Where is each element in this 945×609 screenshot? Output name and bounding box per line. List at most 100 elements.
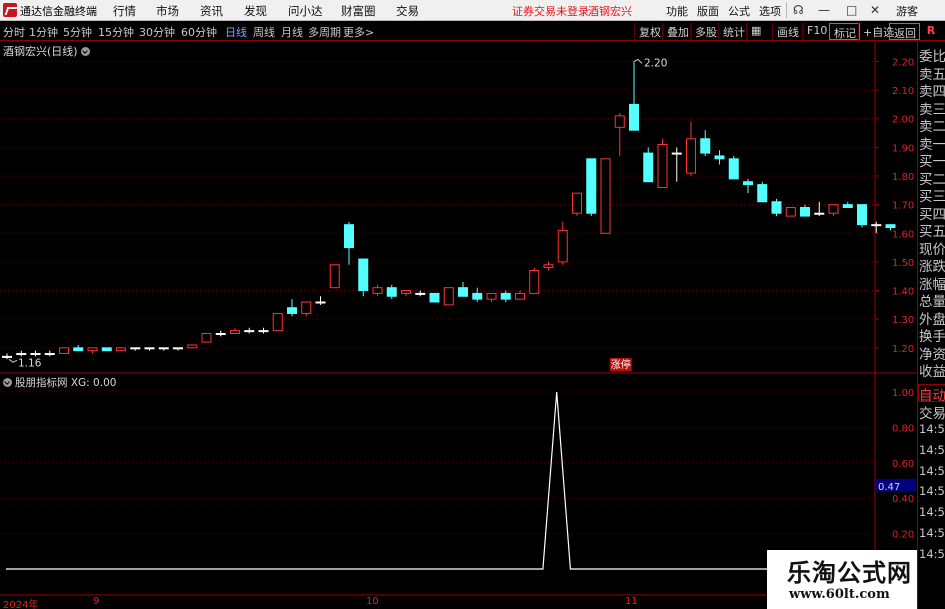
candle[interactable] <box>458 281 468 297</box>
candle[interactable] <box>714 150 725 165</box>
candle[interactable] <box>329 264 340 289</box>
candle[interactable] <box>686 121 696 176</box>
candle[interactable] <box>16 350 27 357</box>
candle[interactable] <box>500 290 511 302</box>
period-weekly[interactable]: 周线 <box>253 24 275 40</box>
menu-news[interactable]: 资讯 <box>200 3 223 19</box>
close-icon[interactable]: ✕ <box>870 3 880 17</box>
candle[interactable] <box>372 284 383 297</box>
trade-login-warning[interactable]: 证券交易未登录 <box>512 3 589 19</box>
candle[interactable] <box>486 292 497 302</box>
back-button[interactable]: 返回 <box>889 23 920 40</box>
candle[interactable] <box>643 147 654 183</box>
candle[interactable] <box>315 296 326 305</box>
main-chart-label[interactable]: 酒钢宏兴(日线) <box>3 43 93 59</box>
candle[interactable] <box>828 204 839 217</box>
candle[interactable] <box>842 201 853 209</box>
candle[interactable] <box>743 178 753 194</box>
headset-icon[interactable]: ☊ <box>793 3 804 17</box>
candle[interactable] <box>415 290 426 297</box>
menu-discover[interactable]: 发现 <box>244 3 267 19</box>
stats-button[interactable]: 统计 <box>718 23 748 40</box>
candle[interactable] <box>800 204 810 217</box>
chevron-down-icon[interactable] <box>3 378 12 387</box>
candle[interactable] <box>344 221 354 265</box>
candle[interactable] <box>130 347 141 351</box>
period-multi[interactable]: 多周期 <box>308 24 341 40</box>
adjust-button[interactable]: 复权 <box>634 23 664 40</box>
candle[interactable] <box>230 327 240 334</box>
candle[interactable] <box>244 327 255 334</box>
candle[interactable] <box>173 347 183 351</box>
menu-wealth[interactable]: 财富圈 <box>341 3 376 19</box>
candle[interactable] <box>201 333 212 343</box>
candle[interactable] <box>443 287 454 306</box>
period-monthly[interactable]: 月线 <box>281 24 303 40</box>
candle[interactable] <box>287 299 297 317</box>
menu-options[interactable]: 选项 <box>759 3 781 19</box>
menu-market[interactable]: 行情 <box>113 3 136 19</box>
cal-icon[interactable]: ▦ <box>746 23 764 40</box>
candle[interactable] <box>87 347 98 354</box>
candle[interactable] <box>586 158 597 217</box>
candle[interactable] <box>572 192 582 217</box>
candle[interactable] <box>757 181 768 203</box>
period-daily[interactable]: 日线 <box>225 24 247 40</box>
candle[interactable] <box>73 344 84 352</box>
candle[interactable] <box>101 347 112 352</box>
menu-markets[interactable]: 市场 <box>156 3 179 19</box>
candle[interactable] <box>529 267 540 294</box>
candle[interactable] <box>44 350 55 357</box>
candle[interactable] <box>59 347 69 355</box>
maximize-icon[interactable]: □ <box>846 3 857 17</box>
menu-function[interactable]: 功能 <box>666 3 688 19</box>
candle[interactable] <box>144 347 155 351</box>
period-more[interactable]: 更多> <box>343 24 374 40</box>
candle[interactable] <box>358 258 369 297</box>
candle[interactable] <box>814 201 825 217</box>
candle[interactable] <box>614 113 625 156</box>
candle[interactable] <box>30 350 41 357</box>
period-30min[interactable]: 30分钟 <box>139 24 175 40</box>
menu-trade[interactable]: 交易 <box>396 3 419 19</box>
period-intraday[interactable]: 分时 <box>3 24 25 40</box>
chevron-down-icon[interactable] <box>81 47 91 56</box>
trade-label[interactable]: 交易 <box>919 402 945 422</box>
draw-button[interactable]: 画线 <box>772 23 802 40</box>
candle[interactable] <box>272 312 283 332</box>
candle[interactable] <box>557 221 568 265</box>
kline-chart-area[interactable]: 2.20 2.10 2.00 1.90 1.80 1.70 1.60 1.50 1.40 1.30… <box>0 42 917 609</box>
mark-button[interactable]: 标记 <box>829 23 860 40</box>
candle[interactable] <box>515 290 525 300</box>
candle[interactable] <box>472 287 483 302</box>
candle[interactable] <box>2 353 12 360</box>
candle[interactable] <box>700 130 711 156</box>
candle[interactable] <box>671 147 682 182</box>
candle[interactable] <box>401 290 411 297</box>
period-60min[interactable]: 60分钟 <box>181 24 217 40</box>
candle[interactable] <box>728 155 739 180</box>
candle[interactable] <box>258 327 269 334</box>
candle[interactable] <box>871 221 882 234</box>
period-5min[interactable]: 5分钟 <box>63 24 92 40</box>
f10-button[interactable]: F10 <box>802 23 830 40</box>
r-badge[interactable]: R <box>918 24 944 39</box>
overlay-button[interactable]: 叠加 <box>662 23 692 40</box>
candle[interactable] <box>600 158 611 234</box>
candle[interactable] <box>187 344 198 349</box>
candle[interactable] <box>771 198 782 217</box>
menu-formula[interactable]: 公式 <box>728 3 750 19</box>
candle[interactable] <box>215 330 226 337</box>
menu-layout[interactable]: 版面 <box>697 3 719 19</box>
user-guest[interactable]: 游客 <box>896 3 918 19</box>
period-15min[interactable]: 15分钟 <box>98 24 134 40</box>
candle[interactable] <box>158 347 169 351</box>
candle[interactable] <box>785 207 796 217</box>
candle[interactable] <box>629 61 639 131</box>
candle[interactable] <box>857 204 867 228</box>
period-1min[interactable]: 1分钟 <box>29 24 58 40</box>
multi-stock-button[interactable]: 多股 <box>690 23 720 40</box>
candle[interactable] <box>116 347 126 352</box>
candle[interactable] <box>657 138 668 188</box>
sub-chart-label[interactable]: 股朋指标网 XG: 0.00 <box>3 375 116 390</box>
